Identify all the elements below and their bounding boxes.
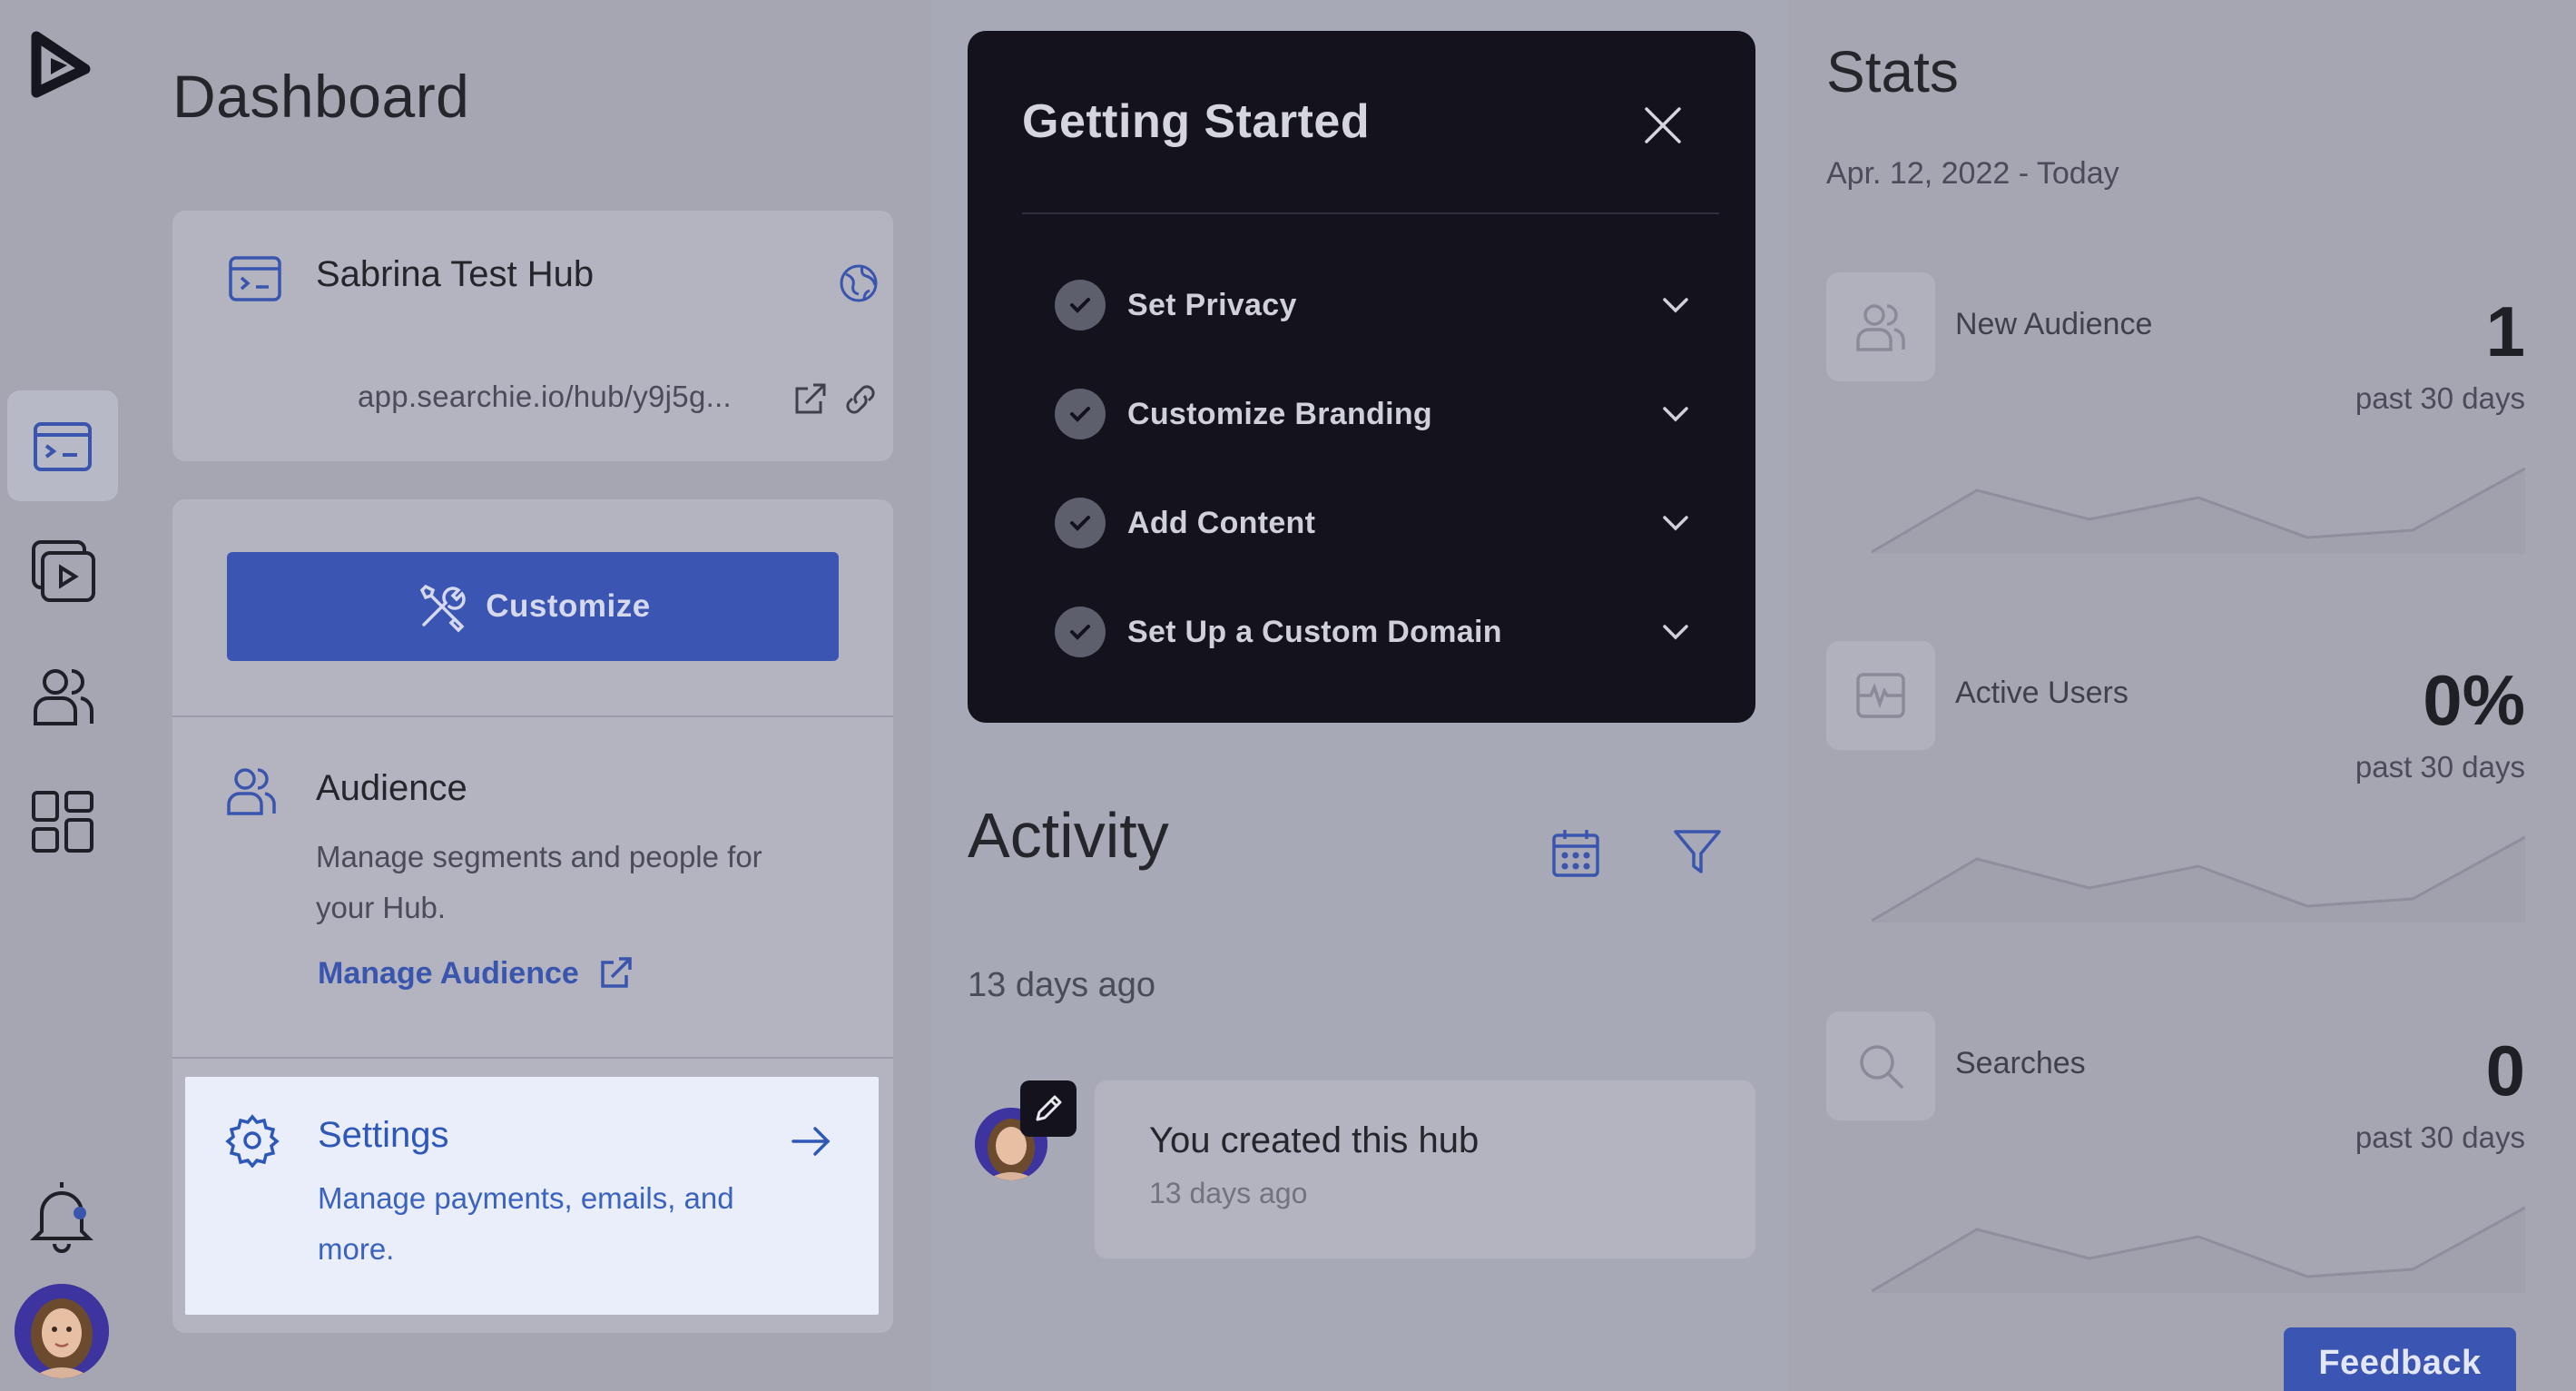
- stat-value: 0%: [2423, 660, 2525, 740]
- external-link-icon[interactable]: [790, 380, 830, 419]
- sparkline: [1872, 467, 2525, 554]
- sparkline: [1872, 835, 2525, 922]
- left-rail: [0, 0, 134, 1391]
- gear-icon: [225, 1114, 280, 1168]
- customize-label: Customize: [486, 588, 651, 624]
- arrow-right-icon: [791, 1127, 831, 1156]
- nav-hub[interactable]: [7, 390, 118, 501]
- tools-icon: [420, 584, 466, 633]
- calendar-icon[interactable]: [1549, 826, 1603, 881]
- check-icon: [1055, 280, 1106, 330]
- checklist-item-label: Set Privacy: [1127, 287, 1297, 322]
- activity-pulse-icon: [1856, 673, 1905, 718]
- apps-grid-icon: [32, 791, 93, 853]
- settings-description: Manage payments, emails, and more.: [318, 1181, 734, 1266]
- media-library-icon: [32, 540, 95, 602]
- checklist-item-label: Customize Branding: [1127, 396, 1432, 431]
- feedback-button[interactable]: Feedback: [2284, 1327, 2516, 1391]
- hub-icon: [34, 422, 92, 471]
- manage-audience-link[interactable]: Manage Audience: [318, 953, 635, 993]
- getting-started-panel: Getting Started Set Privacy Customize Br…: [968, 31, 1755, 723]
- audience-title: Audience: [316, 768, 467, 808]
- sparkline: [1872, 1206, 2525, 1293]
- stat-period: past 30 days: [2355, 750, 2525, 784]
- stats-date-range[interactable]: Apr. 12, 2022 - Today: [1826, 156, 2119, 192]
- divider: [172, 715, 893, 717]
- customize-button[interactable]: Customize: [227, 552, 839, 661]
- audience-description: Manage segments and people for your Hub.: [316, 840, 762, 924]
- chevron-down-icon: [1663, 298, 1688, 313]
- activity-time: 13 days ago: [1149, 1177, 1308, 1209]
- chevron-down-icon: [1663, 625, 1688, 640]
- stat-searches: Searches 0 past 30 days: [1826, 1011, 2525, 1320]
- checklist-item-content[interactable]: Add Content: [1055, 496, 1708, 550]
- hub-url[interactable]: app.searchie.io/hub/y9j5g...: [358, 380, 732, 414]
- checklist-item-label: Add Content: [1127, 505, 1316, 540]
- check-icon: [1055, 607, 1106, 657]
- nav-apps[interactable]: [7, 766, 118, 877]
- audience-icon: [227, 768, 276, 815]
- getting-started-title: Getting Started: [1022, 95, 1371, 148]
- check-icon: [1055, 498, 1106, 548]
- stat-value: 1: [2485, 291, 2525, 371]
- chevron-down-icon: [1663, 407, 1688, 422]
- app-logo-icon[interactable]: [24, 27, 100, 104]
- stat-name: Searches: [1955, 1046, 2086, 1080]
- audience-icon: [34, 669, 94, 725]
- activity-group-date: 13 days ago: [968, 966, 1156, 1004]
- stat-new-audience: New Audience 1 past 30 days: [1826, 272, 2525, 581]
- activity-entry: You created this hub 13 days ago: [1095, 1080, 1755, 1258]
- activity-title: Activity: [968, 800, 1169, 871]
- stat-value: 0: [2485, 1031, 2525, 1110]
- hub-name: Sabrina Test Hub: [316, 254, 595, 294]
- pencil-icon: [1020, 1080, 1077, 1137]
- divider: [1022, 212, 1719, 214]
- users-icon: [1856, 304, 1905, 351]
- settings-title: Settings: [318, 1115, 449, 1155]
- stat-icon-box: [1826, 272, 1935, 381]
- external-link-icon: [601, 957, 632, 988]
- stats-column: Stats Apr. 12, 2022 - Today New Audience…: [1788, 0, 2576, 1391]
- close-icon[interactable]: [1636, 98, 1690, 153]
- checklist-item-label: Set Up a Custom Domain: [1127, 614, 1502, 649]
- stat-icon-box: [1826, 1011, 1935, 1120]
- stats-title: Stats: [1826, 39, 1959, 104]
- hub-icon: [229, 256, 281, 301]
- stat-period: past 30 days: [2355, 1120, 2525, 1154]
- avatar-image: [15, 1284, 109, 1378]
- stat-active-users: Active Users 0% past 30 days: [1826, 641, 2525, 950]
- stat-icon-box: [1826, 641, 1935, 750]
- stat-period: past 30 days: [2355, 381, 2525, 415]
- checklist-item-privacy[interactable]: Set Privacy: [1055, 278, 1708, 332]
- divider: [172, 1057, 893, 1059]
- check-icon: [1055, 389, 1106, 439]
- checklist-item-branding[interactable]: Customize Branding: [1055, 387, 1708, 441]
- stat-name: New Audience: [1955, 307, 2153, 341]
- chevron-down-icon: [1663, 516, 1688, 531]
- nav-media[interactable]: [7, 516, 118, 626]
- copy-link-icon[interactable]: [841, 380, 880, 419]
- notification-bell-icon[interactable]: [25, 1177, 98, 1253]
- settings-card[interactable]: Settings Manage payments, emails, and mo…: [185, 1077, 879, 1315]
- user-avatar[interactable]: [15, 1284, 109, 1378]
- page-title: Dashboard: [172, 63, 470, 130]
- search-icon: [1860, 1045, 1903, 1089]
- hub-card: Sabrina Test Hub app.searchie.io/hub/y9j…: [172, 211, 893, 461]
- filter-icon[interactable]: [1670, 824, 1725, 879]
- activity-text: You created this hub: [1149, 1120, 1480, 1160]
- globe-icon[interactable]: [837, 261, 880, 305]
- checklist-item-domain[interactable]: Set Up a Custom Domain: [1055, 605, 1708, 659]
- manage-audience-label: Manage Audience: [318, 955, 579, 991]
- stat-name: Active Users: [1955, 676, 2129, 710]
- nav-audience[interactable]: [7, 641, 118, 752]
